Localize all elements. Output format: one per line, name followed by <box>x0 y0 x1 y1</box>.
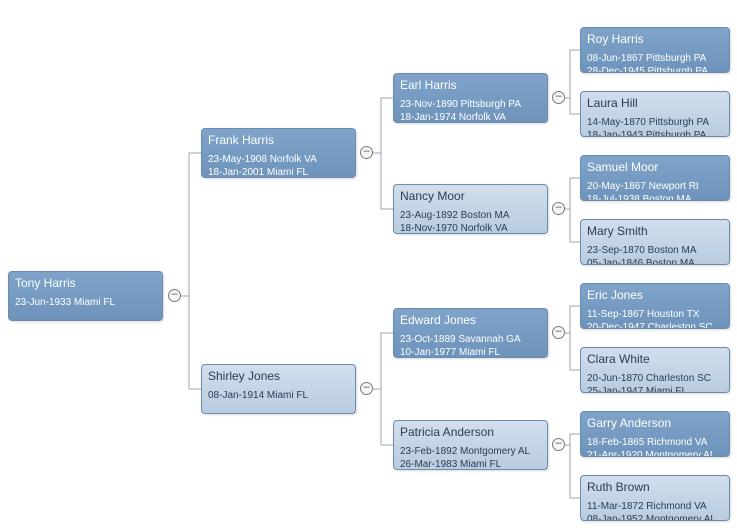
person-name: Shirley Jones <box>208 369 349 383</box>
person-edward-jones[interactable]: Edward Jones 23-Oct-1889 Savannah GA 10-… <box>393 308 548 358</box>
person-mary-smith[interactable]: Mary Smith 23-Sep-1870 Boston MA 05-Jan-… <box>580 219 730 265</box>
expand-toggle[interactable] <box>360 146 373 159</box>
person-birth: 11-Sep-1867 Houston TX <box>587 308 723 321</box>
person-death: 18-Jan-1974 Norfolk VA <box>400 111 541 123</box>
person-death: 25-Jan-1947 Miami FL <box>587 385 723 393</box>
person-name: Mary Smith <box>587 224 723 238</box>
person-birth: 08-Jan-1914 Miami FL <box>208 389 349 402</box>
person-birth: 23-Sep-1870 Boston MA <box>587 244 723 257</box>
person-roy-harris[interactable]: Roy Harris 08-Jun-1867 Pittsburgh PA 28-… <box>580 27 730 73</box>
person-death: 18-Jul-1938 Boston MA <box>587 193 723 201</box>
person-clara-white[interactable]: Clara White 20-Jun-1870 Charleston SC 25… <box>580 347 730 393</box>
person-name: Frank Harris <box>208 133 349 147</box>
person-name: Patricia Anderson <box>400 425 541 439</box>
person-nancy-moor[interactable]: Nancy Moor 23-Aug-1892 Boston MA 18-Nov-… <box>393 184 548 234</box>
person-birth: 23-Jun-1933 Miami FL <box>15 296 156 309</box>
person-death: 26-Mar-1983 Miami FL <box>400 458 541 470</box>
person-birth: 08-Jun-1867 Pittsburgh PA <box>587 52 723 65</box>
person-death: 18-Nov-1970 Norfolk VA <box>400 222 541 234</box>
person-death: 28-Dec-1945 Pittsburgh PA <box>587 65 723 73</box>
person-death: 20-Dec-1947 Charleston SC <box>587 321 723 329</box>
person-name: Ruth Brown <box>587 480 723 494</box>
person-name: Nancy Moor <box>400 189 541 203</box>
person-birth: 23-Oct-1889 Savannah GA <box>400 333 541 346</box>
person-samuel-moor[interactable]: Samuel Moor 20-May-1867 Newport RI 18-Ju… <box>580 155 730 201</box>
expand-toggle[interactable] <box>168 289 181 302</box>
person-birth: 20-Jun-1870 Charleston SC <box>587 372 723 385</box>
person-birth: 23-Feb-1892 Montgomery AL <box>400 445 541 458</box>
person-eric-jones[interactable]: Eric Jones 11-Sep-1867 Houston TX 20-Dec… <box>580 283 730 329</box>
expand-toggle[interactable] <box>552 326 565 339</box>
person-frank-harris[interactable]: Frank Harris 23-May-1908 Norfolk VA 18-J… <box>201 128 356 178</box>
person-name: Tony Harris <box>15 276 156 290</box>
person-name: Roy Harris <box>587 32 723 46</box>
person-death: 05-Jan-1846 Boston MA <box>587 257 723 265</box>
person-birth: 23-May-1908 Norfolk VA <box>208 153 349 166</box>
person-name: Garry Anderson <box>587 416 723 430</box>
person-name: Laura Hill <box>587 96 723 110</box>
person-patricia-anderson[interactable]: Patricia Anderson 23-Feb-1892 Montgomery… <box>393 420 548 470</box>
expand-toggle[interactable] <box>552 91 565 104</box>
person-name: Samuel Moor <box>587 160 723 174</box>
person-earl-harris[interactable]: Earl Harris 23-Nov-1890 Pittsburgh PA 18… <box>393 73 548 123</box>
expand-toggle[interactable] <box>552 202 565 215</box>
person-laura-hill[interactable]: Laura Hill 14-May-1870 Pittsburgh PA 18-… <box>580 91 730 137</box>
person-name: Edward Jones <box>400 313 541 327</box>
person-shirley-jones[interactable]: Shirley Jones 08-Jan-1914 Miami FL <box>201 364 356 414</box>
expand-toggle[interactable] <box>552 438 565 451</box>
person-garry-anderson[interactable]: Garry Anderson 18-Feb-1865 Richmond VA 2… <box>580 411 730 457</box>
person-birth: 23-Nov-1890 Pittsburgh PA <box>400 98 541 111</box>
person-birth: 20-May-1867 Newport RI <box>587 180 723 193</box>
person-birth: 14-May-1870 Pittsburgh PA <box>587 116 723 129</box>
person-ruth-brown[interactable]: Ruth Brown 11-Mar-1872 Richmond VA 08-Ja… <box>580 475 730 521</box>
expand-toggle[interactable] <box>360 382 373 395</box>
person-name: Eric Jones <box>587 288 723 302</box>
person-death: 18-Jan-1943 Pittsburgh PA <box>587 129 723 137</box>
person-birth: 11-Mar-1872 Richmond VA <box>587 500 723 513</box>
person-death: 18-Jan-2001 Miami FL <box>208 166 349 178</box>
person-name: Clara White <box>587 352 723 366</box>
person-birth: 18-Feb-1865 Richmond VA <box>587 436 723 449</box>
person-death: 08-Jan-1952 Montgomery AL <box>587 513 723 521</box>
person-death: 10-Jan-1977 Miami FL <box>400 346 541 358</box>
person-birth: 23-Aug-1892 Boston MA <box>400 209 541 222</box>
person-name: Earl Harris <box>400 78 541 92</box>
person-death: 21-Apr-1920 Montgomery AL <box>587 449 723 457</box>
person-tony-harris[interactable]: Tony Harris 23-Jun-1933 Miami FL <box>8 271 163 321</box>
